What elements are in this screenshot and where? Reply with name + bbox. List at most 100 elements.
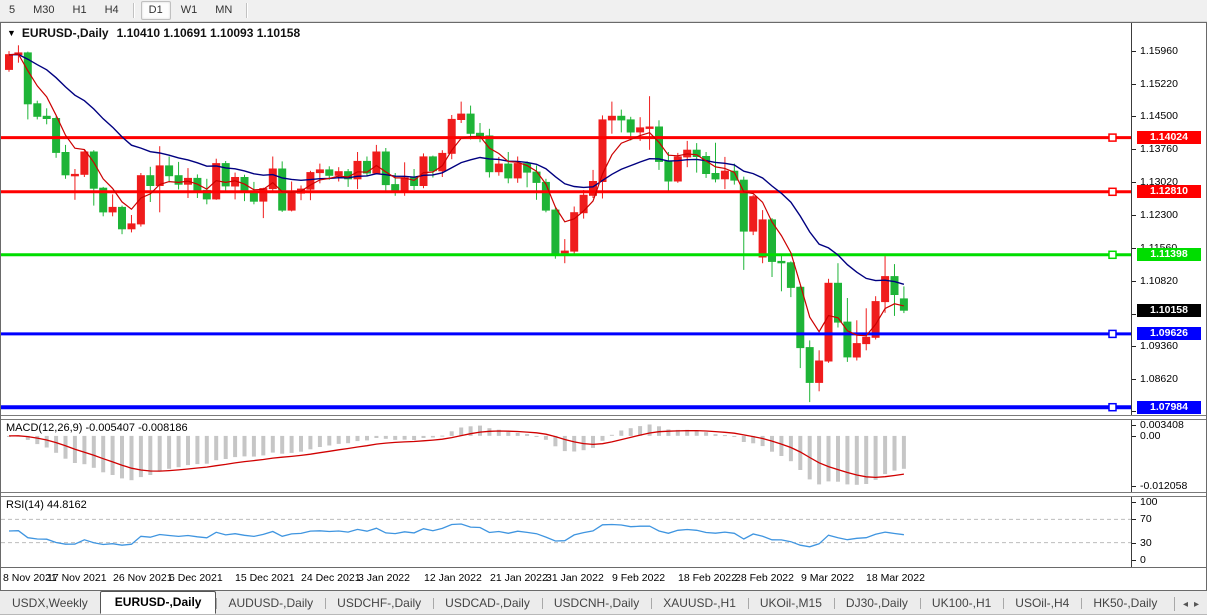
- macd-axis-tick: [1132, 486, 1136, 487]
- level-handle-icon: [1109, 330, 1116, 337]
- price-axis-label: 1.14500: [1140, 110, 1178, 122]
- chart-tab-eurusd-daily[interactable]: EURUSD-,Daily: [100, 591, 217, 614]
- price-axis-label: 1.15960: [1140, 45, 1178, 57]
- level-line-1.07984[interactable]: [1, 404, 1131, 411]
- chart-tab-ukoil-m15[interactable]: UKOil-,M15: [748, 593, 834, 614]
- level-badge-1.14024: 1.14024: [1137, 131, 1201, 144]
- timeframe-toolbar: 5M30H1H4 D1W1MN: [0, 0, 1207, 22]
- level-handle-icon: [1109, 188, 1116, 195]
- chart-tab-usoil-h4[interactable]: USOil-,H4: [1003, 593, 1081, 614]
- price-axis-label: 1.13760: [1140, 143, 1178, 155]
- price-axis-label: 1.09360: [1140, 340, 1178, 352]
- price-axis-tick: [1132, 346, 1136, 347]
- level-handle-icon: [1109, 251, 1116, 258]
- rsi-axis-tick: [1132, 543, 1136, 544]
- level-badge-1.11398: 1.11398: [1137, 248, 1201, 261]
- price-axis-label: 1.10820: [1140, 275, 1178, 287]
- date-label-12-jan-2022: 12 Jan 2022: [424, 572, 482, 584]
- timeframe-button-mn[interactable]: MN: [207, 1, 240, 20]
- chart-tab-bar: USDX,WeeklyEURUSD-,DailyAUDUSD-,DailyUSD…: [0, 591, 1207, 615]
- price-axis-tick: [1132, 411, 1136, 412]
- tab-scroll-left-icon[interactable]: ◂: [1183, 599, 1188, 610]
- price-axis-tick: [1132, 314, 1136, 315]
- date-label-3-jan-2022: 3 Jan 2022: [358, 572, 410, 584]
- rsi-axis-tick: [1132, 502, 1136, 503]
- timeframe-button-w1[interactable]: W1: [173, 1, 206, 20]
- level-badge-1.07984: 1.07984: [1137, 401, 1201, 414]
- level-line-1.14024[interactable]: [1, 134, 1131, 141]
- timeframe-button-d1[interactable]: D1: [141, 1, 171, 20]
- current-price-badge: 1.10158: [1137, 304, 1201, 317]
- level-badge-1.09626: 1.09626: [1137, 327, 1201, 340]
- chart-tab-usdcad-daily[interactable]: USDCAD-,Daily: [433, 593, 542, 614]
- symbol-dropdown-icon[interactable]: ▼: [7, 28, 16, 38]
- tab-scroll-right-icon[interactable]: ▸: [1194, 599, 1199, 610]
- date-label-9-mar-2022: 9 Mar 2022: [801, 572, 854, 584]
- rsi-label: RSI(14) 44.8162: [6, 499, 87, 511]
- chart-tab-usdcnh-daily[interactable]: USDCNH-,Daily: [542, 593, 651, 614]
- chart-tab-uk100-h1[interactable]: UK100-,H1: [920, 593, 1003, 614]
- rsi-axis: 100 70 30 0: [1131, 497, 1206, 567]
- level-line-1.09626[interactable]: [1, 330, 1131, 337]
- candles-layer: [6, 45, 908, 402]
- chart-tab-usdchf-daily[interactable]: USDCHF-,Daily: [325, 593, 433, 614]
- toolbar-separator: [246, 3, 248, 18]
- trading-terminal-window: 5M30H1H4 D1W1MN ▼ EURUSD-,Daily 1.10410 1…: [0, 0, 1207, 614]
- rsi-axis-label: 0: [1140, 554, 1146, 566]
- price-chart-pane[interactable]: ▼ EURUSD-,Daily 1.10410 1.10691 1.10093 …: [1, 23, 1131, 415]
- chart-window: ▼ EURUSD-,Daily 1.10410 1.10691 1.10093 …: [0, 22, 1207, 591]
- price-axis-label: 1.08620: [1140, 373, 1178, 385]
- level-line-1.12810[interactable]: [1, 188, 1131, 195]
- chart-tab-dj30-daily[interactable]: DJ30-,Daily: [834, 593, 920, 614]
- level-handle-icon: [1109, 404, 1116, 411]
- toolbar-separator: [133, 3, 135, 18]
- price-chart-canvas: [1, 23, 1131, 415]
- price-axis-tick: [1132, 215, 1136, 216]
- date-label-18-feb-2022: 18 Feb 2022: [678, 572, 737, 584]
- rsi-axis-label: 100: [1140, 497, 1158, 508]
- date-label-31-jan-2022: 31 Jan 2022: [546, 572, 604, 584]
- timeframe-button-h4[interactable]: H4: [97, 1, 127, 20]
- price-axis: 1.159601.152201.145001.137601.130201.123…: [1131, 23, 1206, 415]
- chart-tab-audusd-daily[interactable]: AUDUSD-,Daily: [216, 593, 325, 614]
- date-label-18-mar-2022: 18 Mar 2022: [866, 572, 925, 584]
- rsi-canvas: [1, 497, 1131, 567]
- macd-axis-label: -0.012058: [1140, 480, 1187, 492]
- level-badge-1.12810: 1.12810: [1137, 185, 1201, 198]
- date-label-21-jan-2022: 21 Jan 2022: [490, 572, 548, 584]
- macd-axis-tick: [1132, 436, 1136, 437]
- rsi-axis-tick: [1132, 560, 1136, 561]
- date-label-9-feb-2022: 9 Feb 2022: [612, 572, 665, 584]
- chart-tab-hk50-daily[interactable]: HK50-,Daily: [1081, 593, 1169, 614]
- macd-signal-line: [9, 431, 904, 478]
- tab-scrollers: ◂▸: [1174, 597, 1207, 611]
- date-label-26-nov-2021: 26 Nov 2021: [113, 572, 173, 584]
- timeframe-button-5[interactable]: 5: [1, 1, 23, 20]
- timeframe-button-h1[interactable]: H1: [65, 1, 95, 20]
- chart-symbol-title: EURUSD-,Daily: [22, 26, 109, 40]
- rsi-axis-label: 70: [1140, 513, 1152, 525]
- price-axis-tick: [1132, 248, 1136, 249]
- chart-ohlc-values: 1.10410 1.10691 1.10093 1.10158: [117, 26, 301, 40]
- price-axis-label: 1.12300: [1140, 209, 1178, 221]
- price-axis-tick: [1132, 51, 1136, 52]
- rsi-axis-tick: [1132, 519, 1136, 520]
- rsi-axis-label: 30: [1140, 537, 1152, 549]
- macd-label: MACD(12,26,9) -0.005407 -0.008186: [6, 422, 188, 434]
- date-label-17-nov-2021: 17 Nov 2021: [47, 572, 107, 584]
- timeframe-button-m30[interactable]: M30: [25, 1, 62, 20]
- date-label-6-dec-2021: 6 Dec 2021: [169, 572, 223, 584]
- chart-tab-usdx-weekly[interactable]: USDX,Weekly: [0, 593, 100, 614]
- macd-axis-tick: [1132, 425, 1136, 426]
- chart-tab-xauusd-h1[interactable]: XAUUSD-,H1: [651, 593, 748, 614]
- date-label-15-dec-2021: 15 Dec 2021: [235, 572, 295, 584]
- price-axis-tick: [1132, 116, 1136, 117]
- price-axis-tick: [1132, 84, 1136, 85]
- chart-title: ▼ EURUSD-,Daily 1.10410 1.10691 1.10093 …: [7, 26, 300, 40]
- rsi-pane[interactable]: RSI(14) 44.8162: [1, 497, 1131, 567]
- price-axis-label: 1.15220: [1140, 78, 1178, 90]
- level-handle-icon: [1109, 134, 1116, 141]
- price-axis-tick: [1132, 149, 1136, 150]
- price-axis-tick: [1132, 379, 1136, 380]
- macd-pane[interactable]: MACD(12,26,9) -0.005407 -0.008186: [1, 420, 1131, 492]
